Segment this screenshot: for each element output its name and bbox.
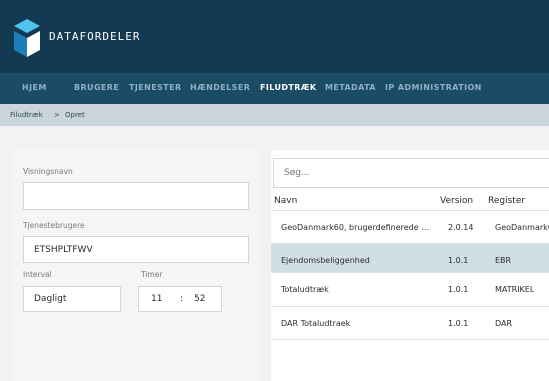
table-row[interactable]: Totaludtræk 1.0.1 MATRIKEL	[271, 272, 549, 306]
column-header-register[interactable]: Register	[488, 196, 525, 206]
service-users-field[interactable]: ETSHPLTFWV	[23, 236, 249, 263]
service-users-label: Tjenestebrugere	[23, 221, 85, 230]
app-header: DATAFORDELER	[0, 0, 549, 73]
column-header-navn[interactable]: Navn	[274, 196, 297, 206]
breadcrumb: Filudtræk > Opret	[0, 104, 549, 126]
row-register: DAR	[495, 319, 513, 328]
nav-item-ip-administration[interactable]: IP ADMINISTRATION	[385, 83, 482, 92]
interval-label: Interval	[23, 270, 52, 279]
nav-item-hjem[interactable]: HJEM	[22, 83, 47, 92]
row-version: 1.0.1	[448, 285, 469, 294]
search-input[interactable]: Søg...	[273, 158, 549, 188]
nav-item-brugere[interactable]: BRUGERE	[74, 83, 119, 92]
datafordeler-logo-icon	[14, 19, 40, 57]
row-name: GeoDanmark60, brugerdefinerede …	[281, 223, 430, 232]
hours-label: Timer	[141, 270, 163, 279]
row-version: 1.0.1	[448, 256, 469, 265]
breadcrumb-separator: >	[54, 111, 60, 119]
row-register: MATRIKEL	[495, 285, 535, 294]
nav-item-tjenester[interactable]: TJENESTER	[129, 83, 182, 92]
interval-select[interactable]: Dagligt	[23, 286, 121, 312]
time-input: 11 : 52	[138, 286, 222, 312]
time-separator: :	[180, 294, 184, 304]
hours-input[interactable]: 11	[151, 294, 162, 304]
table-row[interactable]: GeoDanmark60, brugerdefinerede … 2.0.14 …	[271, 210, 549, 244]
main-nav: HJEM BRUGERE TJENESTER HÆNDELSER FILUDTR…	[0, 73, 549, 104]
nav-item-filudtraek[interactable]: FILUDTRÆK	[260, 83, 317, 92]
brand-name: DATAFORDELER	[49, 30, 141, 43]
row-version: 2.0.14	[448, 223, 474, 232]
nav-item-haendelser[interactable]: HÆNDELSER	[190, 83, 250, 92]
column-header-version[interactable]: Version	[440, 196, 473, 206]
row-name: Ejendomsbeliggenhed	[281, 256, 370, 265]
display-name-input[interactable]	[23, 182, 249, 210]
row-version: 1.0.1	[448, 319, 469, 328]
breadcrumb-current: Opret	[65, 111, 85, 119]
nav-item-metadata[interactable]: METADATA	[325, 83, 376, 92]
table-row[interactable]: DAR Totaludtraek 1.0.1 DAR	[271, 306, 549, 340]
display-name-label: Visningsnavn	[23, 167, 73, 176]
row-register: EBR	[495, 256, 512, 265]
row-name: Totaludtræk	[281, 285, 329, 294]
minutes-input[interactable]: 52	[194, 294, 205, 304]
breadcrumb-parent[interactable]: Filudtræk	[10, 111, 43, 119]
row-name: DAR Totaludtraek	[281, 319, 351, 328]
row-register: GeoDanmark60	[495, 223, 549, 232]
